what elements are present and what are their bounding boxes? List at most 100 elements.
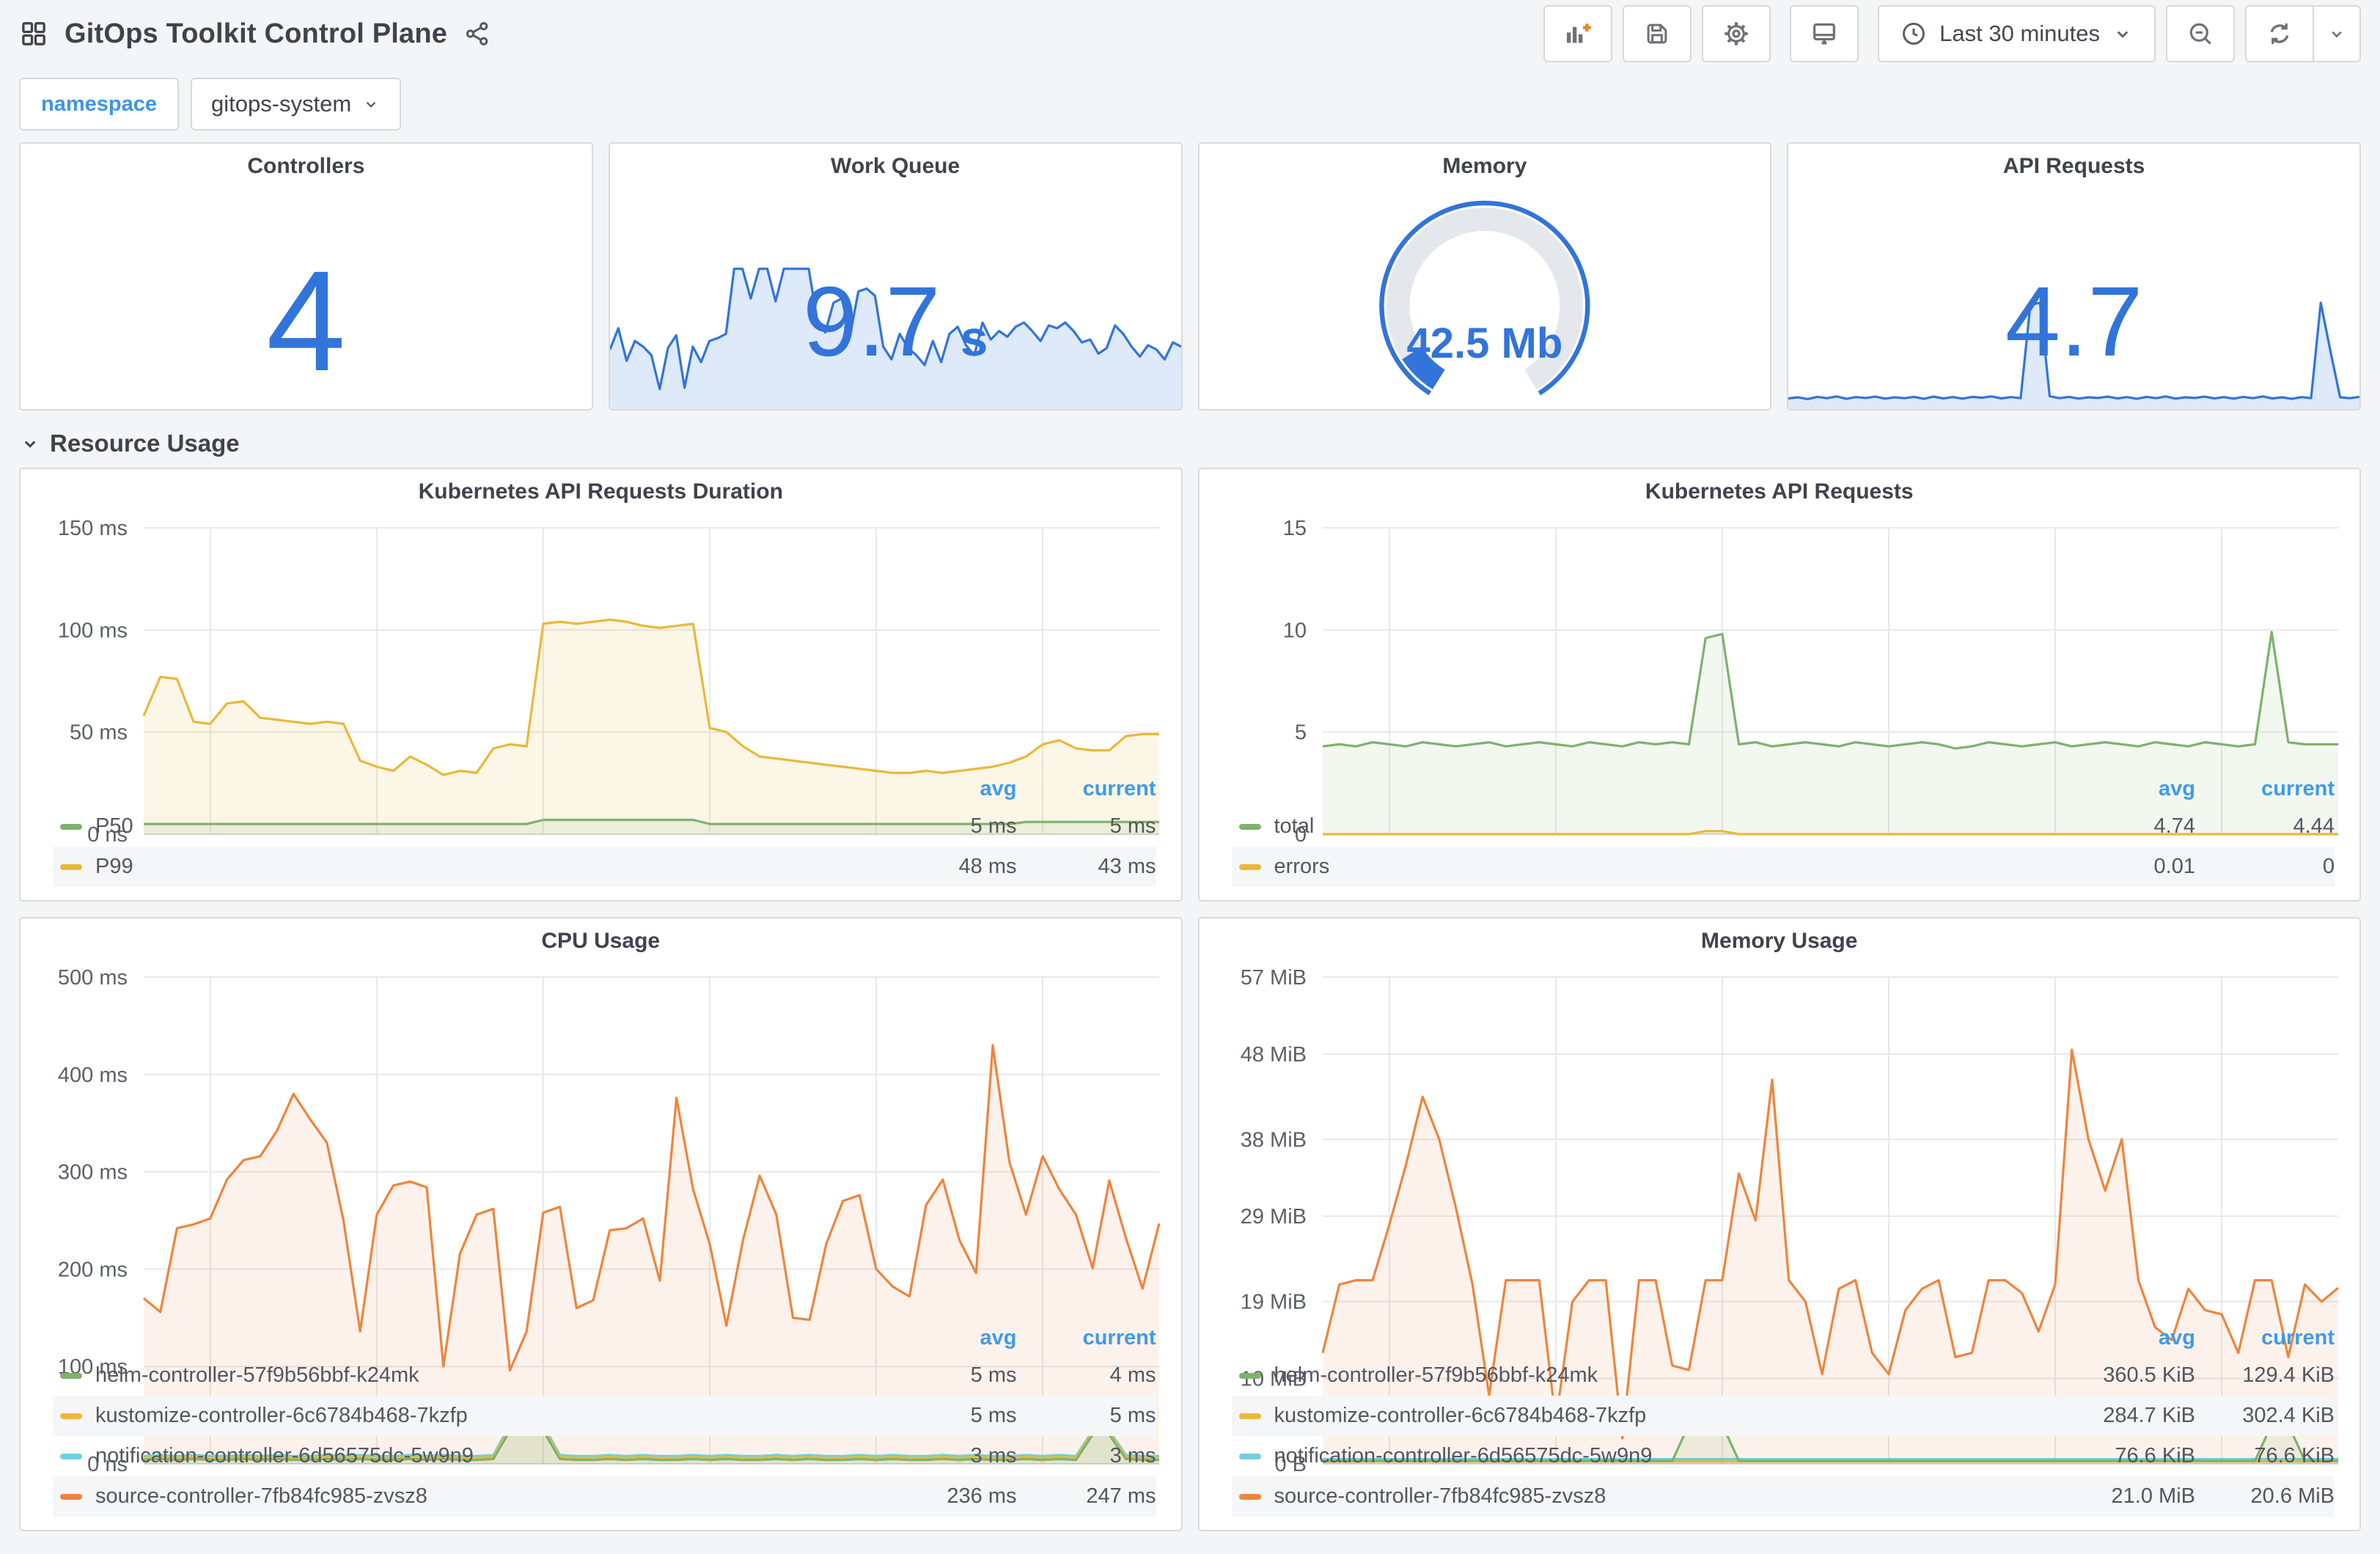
legend-series-label[interactable]: P50 <box>95 814 885 839</box>
legend-series-label[interactable]: helm-controller-57f9b56bbf-k24mk <box>95 1363 885 1388</box>
legend-current-value: 247 ms <box>1086 1484 1156 1508</box>
dashboard-settings-button[interactable] <box>1702 5 1771 62</box>
add-panel-icon <box>1563 19 1593 48</box>
chart-legend: avg current P50 5 ms 5 ms P99 48 ms 43 ms <box>21 770 1181 900</box>
chart-legend: avg current helm-controller-57f9b56bbf-k24… <box>21 1319 1181 1530</box>
chevron-down-icon <box>361 95 381 114</box>
series-color-dash <box>1238 1453 1261 1459</box>
series-color-dash <box>60 1453 82 1459</box>
refresh-button[interactable] <box>2245 5 2314 62</box>
chart-plot[interactable]: 0 B10 MiB19 MiB29 MiB38 MiB48 MiB57 MiB1… <box>1200 964 2360 1507</box>
dashboard-grid-icon[interactable] <box>19 19 48 48</box>
api-requests-duration-chart-panel: Kubernetes API Requests Duration 0 ns 50 … <box>19 468 1183 902</box>
namespace-variable-dropdown[interactable]: gitops-system <box>191 78 402 130</box>
legend-row: P50 5 ms 5 ms <box>53 806 1156 847</box>
legend-row: helm-controller-57f9b56bbf-k24mk 360.5 Ki… <box>1232 1355 2335 1396</box>
legend-series-label[interactable]: notification-controller-6d56575dc-5w9n9 <box>95 1444 885 1468</box>
svg-text:150 ms: 150 ms <box>58 517 128 540</box>
chevron-down-icon <box>19 432 41 454</box>
svg-text:200 ms: 200 ms <box>58 1258 128 1281</box>
stats-row: Controllers 4 Work Queue 9.7 s Memory 42… <box>0 135 2380 410</box>
legend-row: P99 48 ms 43 ms <box>53 847 1156 887</box>
add-panel-button[interactable] <box>1543 5 1613 62</box>
legend-series-label[interactable]: helm-controller-57f9b56bbf-k24mk <box>1274 1363 2064 1388</box>
series-color-dash <box>1238 823 1261 830</box>
template-variables-row: namespace gitops-system <box>0 67 2380 135</box>
controllers-stat-panel: Controllers 4 <box>19 142 593 410</box>
legend-sort-avg[interactable]: avg <box>885 777 1017 801</box>
zoom-out-time-button[interactable] <box>2166 5 2235 62</box>
legend-row: source-controller-7fb84fc985-zvsz8 21.0 M… <box>1231 1476 2335 1517</box>
legend-sort-avg[interactable]: avg <box>885 1326 1017 1350</box>
share-icon[interactable] <box>463 20 491 48</box>
memory-usage-chart-panel: Memory Usage 0 B 10 MiB 19 MiB 29 MiB 38 MiB… <box>1197 917 2361 1531</box>
refresh-interval-dropdown[interactable] <box>2314 5 2361 62</box>
legend-series-label[interactable]: notification-controller-6d56575dc-5w9n9 <box>1274 1444 2064 1468</box>
svg-text:48 MiB: 48 MiB <box>1240 1043 1306 1067</box>
legend-series-label[interactable]: source-controller-7fb84fc985-zvsz8 <box>1274 1484 2064 1509</box>
legend-sort-avg[interactable]: avg <box>2063 777 2195 801</box>
chart-plot[interactable]: 05101515:0515:1015:1515:2015:2515:30 <box>1200 515 2360 877</box>
series-color-dash <box>60 863 82 870</box>
legend-current-value: 0 <box>2322 855 2335 878</box>
legend-row: total 4.74 4.44 <box>1232 806 2335 847</box>
chart-plot[interactable]: 0 ns50 ms100 ms150 ms15:0515:1015:1515:2… <box>21 515 1181 877</box>
svg-text:5: 5 <box>1294 721 1306 745</box>
svg-text:10: 10 <box>1282 619 1306 642</box>
series-color-dash <box>60 1493 82 1500</box>
svg-text:15: 15 <box>1282 517 1306 540</box>
resource-usage-section-toggle[interactable]: Resource Usage <box>0 410 2380 468</box>
legend-sort-current[interactable]: current <box>2195 1326 2335 1350</box>
legend-series-label[interactable]: P99 <box>95 855 885 879</box>
save-icon <box>1643 20 1671 48</box>
legend-sort-avg[interactable]: avg <box>2063 1326 2195 1350</box>
monitor-icon <box>1810 19 1839 48</box>
work-queue-unit: s <box>960 311 988 367</box>
time-range-label: Last 30 minutes <box>1939 21 2100 46</box>
legend-series-label[interactable]: total <box>1274 814 2064 839</box>
series-color-dash <box>1238 1372 1261 1379</box>
panel-title[interactable]: Controllers <box>21 144 592 189</box>
api-requests-chart-panel: Kubernetes API Requests 05101515:0515:10… <box>1197 468 2361 902</box>
legend-avg-value: 360.5 KiB <box>2103 1363 2195 1387</box>
legend-current-value: 43 ms <box>1098 855 1156 878</box>
legend-avg-value: 21.0 MiB <box>2111 1484 2195 1508</box>
memory-gauge-value: 42.5 Mb <box>1406 320 1563 367</box>
panel-title[interactable]: Kubernetes API Requests <box>1200 469 2360 515</box>
panel-title[interactable]: CPU Usage <box>21 918 1181 964</box>
legend-avg-value: 284.7 KiB <box>2103 1404 2195 1427</box>
legend-series-label[interactable]: kustomize-controller-6c6784b468-7kzfp <box>1274 1404 2064 1428</box>
legend-sort-current[interactable]: current <box>1017 1326 1156 1350</box>
legend-sort-current[interactable]: current <box>2195 777 2335 801</box>
legend-header: avg current <box>1232 771 2335 806</box>
svg-text:400 ms: 400 ms <box>58 1064 128 1087</box>
panel-title[interactable]: API Requests <box>1788 144 2359 189</box>
panel-title[interactable]: Work Queue <box>610 144 1181 189</box>
legend-series-label[interactable]: source-controller-7fb84fc985-zvsz8 <box>95 1484 885 1509</box>
legend-avg-value: 236 ms <box>947 1484 1017 1508</box>
legend-series-label[interactable]: errors <box>1274 855 2064 879</box>
legend-row: kustomize-controller-6c6784b468-7kzfp 5 m… <box>53 1396 1156 1436</box>
section-title: Resource Usage <box>50 430 240 457</box>
save-dashboard-button[interactable] <box>1623 5 1692 62</box>
svg-text:38 MiB: 38 MiB <box>1240 1128 1306 1152</box>
svg-text:300 ms: 300 ms <box>58 1161 128 1185</box>
legend-series-label[interactable]: kustomize-controller-6c6784b468-7kzfp <box>95 1404 885 1428</box>
legend-row: notification-controller-6d56575dc-5w9n9 3… <box>53 1436 1156 1476</box>
legend-row: helm-controller-57f9b56bbf-k24mk 5 ms 4 ms <box>53 1355 1156 1396</box>
cycle-view-mode-button[interactable] <box>1790 5 1859 62</box>
svg-text:100 ms: 100 ms <box>58 619 128 642</box>
legend-current-value: 4.44 <box>2293 814 2335 838</box>
namespace-variable-label: namespace <box>19 78 179 130</box>
legend-sort-current[interactable]: current <box>1017 777 1156 801</box>
legend-row: errors 0.01 0 <box>1231 847 2335 887</box>
legend-current-value: 5 ms <box>1109 1404 1156 1427</box>
time-range-picker[interactable]: Last 30 minutes <box>1878 5 2156 62</box>
chart-plot[interactable]: 0 ns100 ms200 ms300 ms400 ms500 ms15:051… <box>21 964 1181 1507</box>
legend-current-value: 4 ms <box>1109 1363 1156 1387</box>
legend-avg-value: 5 ms <box>970 1363 1017 1387</box>
svg-text:29 MiB: 29 MiB <box>1240 1205 1306 1229</box>
panel-title[interactable]: Memory Usage <box>1200 918 2360 964</box>
panel-title[interactable]: Kubernetes API Requests Duration <box>21 469 1181 515</box>
panel-title[interactable]: Memory <box>1200 144 1771 189</box>
